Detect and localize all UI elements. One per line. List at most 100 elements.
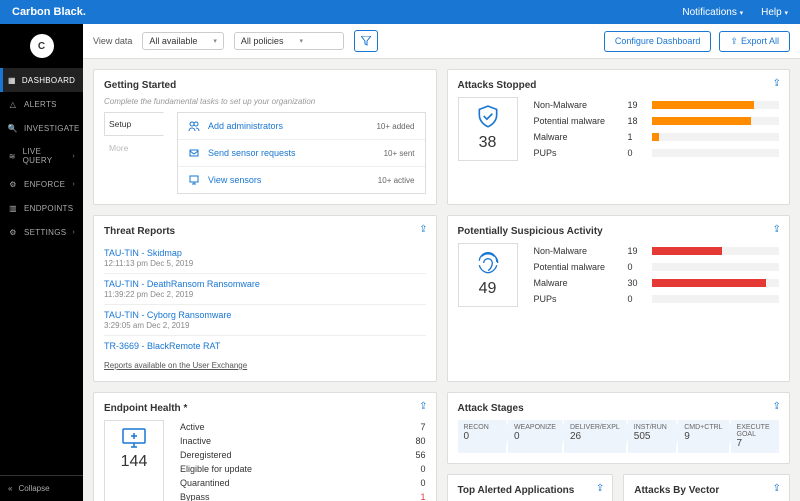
sidebar-item-endpoints[interactable]: ▥ENDPOINTS	[0, 196, 83, 220]
sidebar-item-live-query[interactable]: ≋LIVE QUERY›	[0, 140, 83, 172]
eh-row: Deregistered56	[180, 448, 426, 462]
threat-item: TAU-TIN - Cyborg Ransomware3:29:05 am De…	[104, 305, 426, 336]
sidebar-item-alerts[interactable]: △ALERTS	[0, 92, 83, 116]
gs-link[interactable]: Send sensor requests	[208, 148, 296, 158]
card-by-vector: ⇪ Attacks By Vector Email0.0%Web100.0%	[623, 474, 790, 501]
stage[interactable]: EXECUTE GOAL7	[731, 420, 779, 453]
chip-icon: ▥	[8, 203, 18, 213]
card-threat-reports: ⇪ Threat Reports TAU-TIN - Skidmap12:11:…	[93, 215, 437, 382]
stat-row: Potential malware0	[534, 259, 780, 275]
grid-icon: ▦	[8, 75, 16, 85]
export-icon[interactable]: ⇪	[419, 224, 427, 235]
gs-link[interactable]: Add administrators	[208, 121, 283, 131]
card-getting-started: Getting Started Complete the fundamental…	[93, 69, 437, 205]
gear-icon: ⚙	[8, 227, 18, 237]
chevron-right-icon: ›	[72, 229, 75, 236]
export-icon[interactable]: ⇪	[419, 401, 427, 412]
eh-row: Active7	[180, 420, 426, 434]
filter-bar: View data All available▾ All policies▾ C…	[83, 24, 800, 59]
threat-link[interactable]: TAU-TIN - DeathRansom Ransomware	[104, 279, 260, 289]
card-suspicious: ⇪ Potentially Suspicious Activity 49 Non…	[447, 215, 791, 382]
gs-link[interactable]: View sensors	[208, 175, 261, 185]
gs-row: Send sensor requests10+ sent	[178, 140, 425, 167]
threat-link[interactable]: TAU-TIN - Skidmap	[104, 248, 182, 258]
gs-icon	[188, 147, 200, 159]
filter-button[interactable]	[354, 30, 378, 52]
pulse-icon: ≋	[8, 151, 17, 161]
topbar: Carbon Black. Notifications ▾ Help ▾	[0, 0, 800, 24]
export-icon[interactable]: ⇪	[596, 483, 604, 494]
collapse-button[interactable]: « Collapse	[0, 475, 83, 501]
card-title: Getting Started	[104, 80, 426, 91]
threat-item: TR-3669 - BlackRemote RAT	[104, 336, 426, 357]
card-top-apps: ⇪ Top Alerted Applications svchost.exe17…	[447, 474, 614, 501]
avatar[interactable]: C	[30, 34, 54, 58]
stat-row: Non-Malware19	[534, 243, 780, 259]
fingerprint-icon	[475, 250, 501, 276]
collapse-icon: «	[8, 484, 12, 493]
stat-row: Non-Malware19	[534, 97, 780, 113]
card-attack-stages: ⇪ Attack Stages RECON0WEAPONIZE0DELIVER/…	[447, 392, 791, 464]
stat-row: PUPs0	[534, 291, 780, 307]
shield-check-icon	[475, 104, 501, 130]
filter-policies[interactable]: All policies▾	[234, 32, 344, 50]
gs-tab-setup[interactable]: Setup	[104, 112, 164, 136]
view-data-label: View data	[93, 36, 132, 46]
warn-icon: △	[8, 99, 18, 109]
brand: Carbon Black.	[12, 6, 86, 18]
export-all-button[interactable]: ⇪Export All	[719, 31, 790, 52]
toplinks: Notifications ▾ Help ▾	[682, 7, 788, 18]
threat-item: TAU-TIN - Skidmap12:11:13 pm Dec 5, 2019	[104, 243, 426, 274]
eh-row: Inactive80	[180, 434, 426, 448]
stage[interactable]: INST/RUN505	[628, 420, 676, 453]
endpoint-health-badge: 144	[104, 420, 164, 501]
card-endpoint-health: ⇪ Endpoint Health * 144 Active7Inactive8…	[93, 392, 437, 501]
gs-row: Add administrators10+ added	[178, 113, 425, 140]
gear-icon: ⚙	[8, 179, 18, 189]
gs-icon	[188, 120, 200, 132]
stage[interactable]: DELIVER/EXPL26	[564, 420, 626, 453]
eh-row: Eligible for update0	[180, 462, 426, 476]
funnel-icon	[361, 36, 371, 46]
eh-row: Quarantined0	[180, 476, 426, 490]
export-icon[interactable]: ⇪	[773, 78, 781, 89]
chevron-right-icon: ›	[72, 181, 75, 188]
gs-icon	[188, 174, 200, 186]
gs-row: View sensors10+ active	[178, 167, 425, 193]
export-icon[interactable]: ⇪	[773, 401, 781, 412]
export-icon: ⇪	[730, 36, 738, 46]
suspicious-badge: 49	[458, 243, 518, 307]
stat-row: Malware30	[534, 275, 780, 291]
threat-link[interactable]: TR-3669 - BlackRemote RAT	[104, 341, 220, 351]
threat-item: TAU-TIN - DeathRansom Ransomware11:39:22…	[104, 274, 426, 305]
gs-tab-more[interactable]: More	[104, 136, 164, 160]
computer-plus-icon	[121, 427, 147, 449]
search-icon: 🔍	[8, 123, 18, 133]
chevron-right-icon: ›	[72, 153, 75, 160]
sidebar-item-dashboard[interactable]: ▦DASHBOARD	[0, 68, 83, 92]
help-link[interactable]: Help ▾	[761, 7, 788, 18]
attacks-stopped-badge: 38	[458, 97, 518, 161]
stat-row: Malware1	[534, 129, 780, 145]
threat-link[interactable]: TAU-TIN - Cyborg Ransomware	[104, 310, 231, 320]
filter-available[interactable]: All available▾	[142, 32, 224, 50]
main: View data All available▾ All policies▾ C…	[83, 24, 800, 501]
card-attacks-stopped: ⇪ Attacks Stopped 38 Non-Malware19Potent…	[447, 69, 791, 205]
notifications-link[interactable]: Notifications ▾	[682, 7, 743, 18]
user-exchange-link[interactable]: Reports available on the User Exchange	[104, 361, 247, 370]
stage[interactable]: CMD+CTRL9	[678, 420, 728, 453]
sidebar-item-settings[interactable]: ⚙SETTINGS›	[0, 220, 83, 244]
stat-row: Potential malware18	[534, 113, 780, 129]
eh-row: Bypass1	[180, 490, 426, 501]
stage[interactable]: WEAPONIZE0	[508, 420, 562, 453]
stat-row: PUPs0	[534, 145, 780, 161]
sidebar: C ▦DASHBOARD△ALERTS🔍INVESTIGATE≋LIVE QUE…	[0, 24, 83, 501]
export-icon[interactable]: ⇪	[773, 483, 781, 494]
configure-dashboard-button[interactable]: Configure Dashboard	[604, 31, 712, 52]
chevron-down-icon: ▾	[213, 37, 217, 45]
sidebar-item-investigate[interactable]: 🔍INVESTIGATE	[0, 116, 83, 140]
chevron-down-icon: ▾	[299, 37, 303, 45]
export-icon[interactable]: ⇪	[773, 224, 781, 235]
sidebar-item-enforce[interactable]: ⚙ENFORCE›	[0, 172, 83, 196]
stage[interactable]: RECON0	[458, 420, 506, 453]
